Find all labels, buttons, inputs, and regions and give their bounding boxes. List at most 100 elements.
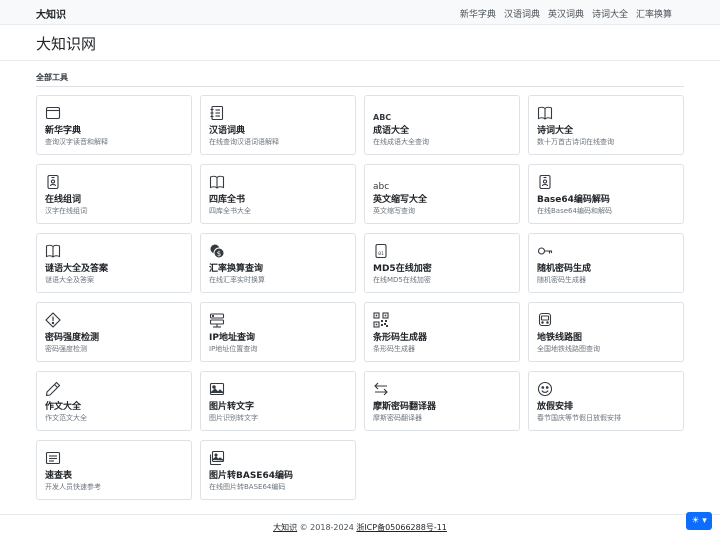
footer-site-link[interactable]: 大知识 (273, 523, 297, 532)
person-badge-icon (45, 174, 63, 192)
theme-toggle-button[interactable]: ☀ ▾ (686, 512, 712, 530)
images-icon (209, 450, 227, 468)
tool-title: 作文大全 (45, 402, 82, 412)
tool-description: 春节国庆等节假日放假安排 (537, 414, 621, 422)
section-title: 全部工具 (36, 73, 68, 82)
nav-chinese-dictionary[interactable]: 汉语词典 (504, 7, 540, 20)
tool-description: 图片识别转文字 (209, 414, 258, 422)
tool-card[interactable]: 谜语大全及答案 谜语大全及答案 (36, 233, 192, 293)
arrows-exchange-icon (373, 381, 391, 399)
tool-title: 新华字典 (45, 126, 82, 136)
tool-description: 密码强度检测 (45, 345, 87, 353)
tool-description: 汉字在线组词 (45, 207, 87, 215)
nav-poetry[interactable]: 诗词大全 (592, 7, 628, 20)
tool-description: 全国地铁线路图查询 (537, 345, 600, 353)
divider (0, 514, 720, 515)
tool-title: 摩斯密码翻译器 (373, 402, 437, 412)
tool-description: 英文缩写查询 (373, 207, 415, 215)
binary-file-icon: 01 (373, 243, 391, 261)
divider (36, 86, 684, 87)
tool-card[interactable]: 条形码生成器 条形码生成器 (364, 302, 520, 362)
tool-title: 随机密码生成 (537, 264, 592, 274)
tool-title: 在线组词 (45, 195, 82, 205)
server-icon (209, 312, 227, 330)
tool-title: 汇率换算查询 (209, 264, 264, 274)
tool-description: 在线图片转BASE64编码 (209, 483, 286, 491)
coin-exchange-icon: $ (209, 243, 227, 261)
pencil-icon (45, 381, 63, 399)
tool-description: 在线成语大全查询 (373, 138, 429, 146)
tool-title: 四库全书 (209, 195, 246, 205)
brand-logo[interactable]: 大知识 (36, 6, 66, 21)
warning-icon (45, 312, 63, 330)
tool-card[interactable]: 放假安排 春节国庆等节假日放假安排 (528, 371, 684, 431)
train-icon (537, 312, 555, 330)
tool-card[interactable]: 汉语词典 在线查询汉语词语解释 (200, 95, 356, 155)
abc-lower-icon: abc (373, 182, 390, 192)
tool-title: 图片转文字 (209, 402, 255, 412)
tool-card[interactable]: 密码强度检测 密码强度检测 (36, 302, 192, 362)
tool-card[interactable]: abc 英文缩写大全 英文缩写查询 (364, 164, 520, 224)
tool-card[interactable]: 新华字典 查询汉字读音和解释 (36, 95, 192, 155)
tool-title: 英文缩写大全 (373, 195, 428, 205)
svg-text:$: $ (217, 250, 221, 258)
tool-title: IP地址查询 (209, 333, 255, 343)
tool-description: 开发人员快速参考 (45, 483, 101, 491)
journal-icon (209, 105, 227, 123)
card-text-icon (45, 450, 63, 468)
tool-title: 密码强度检测 (45, 333, 100, 343)
tool-description: 条形码生成器 (373, 345, 415, 353)
footer-icp-link[interactable]: 浙ICP备05066288号-11 (356, 523, 447, 532)
divider (0, 60, 720, 61)
tool-card[interactable]: 01 MD5在线加密 在线MD5在线加密 (364, 233, 520, 293)
tool-description: 在线汇率实时换算 (209, 276, 265, 284)
footer: 大知识 © 2018-2024 浙ICP备05066288号-11 (0, 522, 720, 533)
tool-description: 摩斯密码翻译器 (373, 414, 422, 422)
tool-card[interactable]: 图片转文字 图片识别转文字 (200, 371, 356, 431)
nav-exchange-rate[interactable]: 汇率换算 (636, 7, 672, 20)
book-icon (209, 174, 227, 192)
image-icon (209, 381, 227, 399)
tool-title: 成语大全 (373, 126, 410, 136)
tool-title: 汉语词典 (209, 126, 246, 136)
tools-grid: 新华字典 查询汉字读音和解释 汉语词典 在线查询汉语词语解释 ABC 成语大全 … (36, 95, 684, 500)
tool-description: IP地址位置查询 (209, 345, 258, 353)
tool-card[interactable]: 图片转BASE64编码 在线图片转BASE64编码 (200, 440, 356, 500)
tool-card[interactable]: 在线组词 汉字在线组词 (36, 164, 192, 224)
smile-icon (537, 381, 555, 399)
tool-card[interactable]: ABC 成语大全 在线成语大全查询 (364, 95, 520, 155)
tool-card[interactable]: 随机密码生成 随机密码生成器 (528, 233, 684, 293)
window-icon (45, 105, 63, 123)
qr-code-icon (373, 312, 391, 330)
tool-card[interactable]: 诗词大全 数十万首古诗词在线查询 (528, 95, 684, 155)
nav-english-chinese-dictionary[interactable]: 英汉词典 (548, 7, 584, 20)
tool-card[interactable]: IP地址查询 IP地址位置查询 (200, 302, 356, 362)
tool-description: 在线MD5在线加密 (373, 276, 431, 284)
footer-copyright: © 2018-2024 (297, 523, 357, 532)
tool-description: 谜语大全及答案 (45, 276, 94, 284)
tool-title: 放假安排 (537, 402, 574, 412)
tool-card[interactable]: 地铁线路图 全国地铁线路图查询 (528, 302, 684, 362)
tool-title: 谜语大全及答案 (45, 264, 109, 274)
tool-description: 查询汉字读音和解释 (45, 138, 108, 146)
tool-title: 地铁线路图 (537, 333, 583, 343)
tool-card[interactable]: Base64编码解码 在线Base64编码和解码 (528, 164, 684, 224)
tool-description: 在线Base64编码和解码 (537, 207, 612, 215)
key-icon (537, 243, 555, 261)
person-badge-icon (537, 174, 555, 192)
top-nav: 新华字典 汉语词典 英汉词典 诗词大全 汇率换算 (460, 7, 672, 20)
tool-card[interactable]: 速查表 开发人员快速参考 (36, 440, 192, 500)
abc-icon: ABC (373, 113, 392, 122)
tool-title: MD5在线加密 (373, 264, 432, 274)
tool-card[interactable]: 四库全书 四库全书大全 (200, 164, 356, 224)
nav-xinhua-dictionary[interactable]: 新华字典 (460, 7, 496, 20)
tool-description: 随机密码生成器 (537, 276, 586, 284)
tool-card[interactable]: $ 汇率换算查询 在线汇率实时换算 (200, 233, 356, 293)
tool-title: 条形码生成器 (373, 333, 428, 343)
tool-card[interactable]: 摩斯密码翻译器 摩斯密码翻译器 (364, 371, 520, 431)
tool-title: 诗词大全 (537, 126, 574, 136)
page-title: 大知识网 (36, 35, 97, 53)
tool-title: 图片转BASE64编码 (209, 471, 293, 481)
tool-description: 在线查询汉语词语解释 (209, 138, 279, 146)
tool-card[interactable]: 作文大全 作文范文大全 (36, 371, 192, 431)
